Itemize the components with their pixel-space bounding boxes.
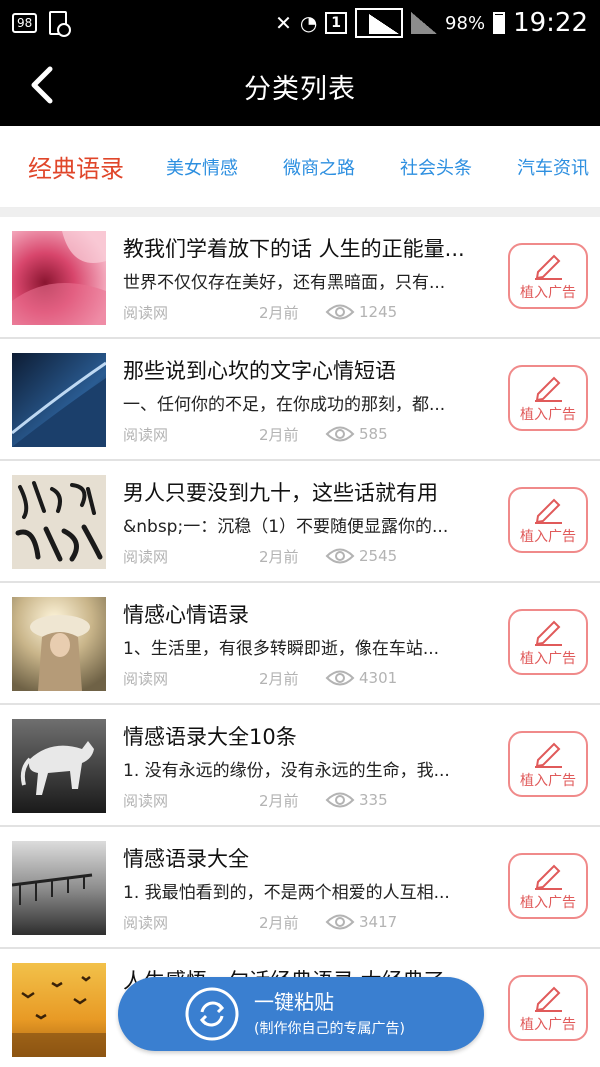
article-views: 2545 xyxy=(359,547,398,565)
insert-ad-button[interactable]: 植入广告 xyxy=(508,487,588,553)
article-time: 2月前 xyxy=(259,669,299,688)
article-views: 585 xyxy=(359,425,388,443)
article-item[interactable]: 教我们学着放下的话 人生的正能量... 世界不仅仅存在美好，还有黑暗面，只有..… xyxy=(0,217,600,339)
signal-2-icon xyxy=(411,12,438,34)
signal-icon xyxy=(355,8,404,38)
insert-ad-label: 植入广告 xyxy=(520,285,576,301)
article-time: 2月前 xyxy=(259,547,299,566)
article-thumbnail xyxy=(12,963,106,1057)
pencil-icon xyxy=(535,498,562,524)
sim-label: 1 xyxy=(325,12,348,34)
category-tabs: 经典语录 美女情感 微商之路 社会头条 汽车资讯 xyxy=(0,126,600,208)
article-source: 阅读网 xyxy=(123,547,169,566)
eye-icon xyxy=(325,914,355,930)
article-time: 2月前 xyxy=(259,303,299,322)
article-time: 2月前 xyxy=(259,791,299,810)
insert-ad-label: 植入广告 xyxy=(520,1017,576,1033)
article-desc: 一、任何你的不足，在你成功的那刻，都... xyxy=(123,395,446,415)
article-title: 那些说到心坎的文字心情短语 xyxy=(123,359,396,383)
eye-icon xyxy=(325,548,355,564)
insert-ad-button[interactable]: 植入广告 xyxy=(508,609,588,675)
article-views: 4301 xyxy=(359,669,398,687)
tab-auto-news[interactable]: 汽车资讯 xyxy=(517,154,589,180)
article-source: 阅读网 xyxy=(123,791,169,810)
insert-ad-button[interactable]: 植入广告 xyxy=(508,365,588,431)
sim-clock-icon xyxy=(49,11,72,37)
eye-icon xyxy=(325,304,355,320)
article-thumbnail xyxy=(12,841,106,935)
insert-ad-label: 植入广告 xyxy=(520,407,576,423)
page-title: 分类列表 xyxy=(244,73,356,105)
article-item[interactable]: 男人只要没到九十，这些话就有用 &nbsp;一：沉稳（1）不要随便显露你的...… xyxy=(0,461,600,583)
article-desc: &nbsp;一：沉稳（1）不要随便显露你的... xyxy=(123,517,449,537)
tab-society-headlines[interactable]: 社会头条 xyxy=(400,154,472,180)
article-views: 335 xyxy=(359,791,388,809)
refresh-icon xyxy=(185,987,239,1041)
clock: 19:22 xyxy=(513,8,588,38)
article-title: 情感语录大全10条 xyxy=(123,725,297,749)
article-thumbnail xyxy=(12,231,106,325)
tab-classic-quotes[interactable]: 经典语录 xyxy=(28,149,124,184)
notification-count: 98 xyxy=(12,13,38,33)
article-time: 2月前 xyxy=(259,425,299,444)
article-source: 阅读网 xyxy=(123,913,169,932)
eye-icon xyxy=(325,670,355,686)
app-screen: 98 ✕ ◔ 1 98% 19:22 分类列表 经典语录 美女情感 微商之路 社… xyxy=(0,0,600,1067)
eye-icon xyxy=(325,792,355,808)
article-time: 2月前 xyxy=(259,913,299,932)
tabs-divider xyxy=(0,208,600,217)
insert-ad-button[interactable]: 植入广告 xyxy=(508,731,588,797)
title-bar: 分类列表 xyxy=(0,46,600,126)
wifi-icon: ◔ xyxy=(299,11,318,35)
pencil-icon xyxy=(535,620,562,646)
status-bar: 98 ✕ ◔ 1 98% 19:22 xyxy=(0,0,600,46)
article-views: 3417 xyxy=(359,913,398,931)
back-button[interactable] xyxy=(22,62,62,108)
pencil-icon xyxy=(535,864,562,890)
article-item[interactable]: 那些说到心坎的文字心情短语 一、任何你的不足，在你成功的那刻，都... 阅读网 … xyxy=(0,339,600,461)
tab-wechat-business[interactable]: 微商之路 xyxy=(283,154,355,180)
article-thumbnail xyxy=(12,719,106,813)
article-desc: 1、生活里，有很多转瞬即逝，像在车站... xyxy=(123,639,440,659)
article-title: 情感语录大全 xyxy=(123,847,249,871)
article-desc: 1. 没有永远的缘份，没有永远的生命，我... xyxy=(123,761,450,781)
pencil-icon xyxy=(535,986,562,1012)
insert-ad-label: 植入广告 xyxy=(520,773,576,789)
article-title: 男人只要没到九十，这些话就有用 xyxy=(123,481,438,505)
one-click-paste-button[interactable]: 一键粘贴 (制作你自己的专属广告) xyxy=(118,977,484,1051)
article-source: 阅读网 xyxy=(123,303,169,322)
article-desc: 1. 我最怕看到的，不是两个相爱的人互相... xyxy=(123,883,450,903)
article-desc: 世界不仅仅存在美好，还有黑暗面，只有... xyxy=(123,273,446,293)
article-source: 阅读网 xyxy=(123,425,169,444)
article-list: 教我们学着放下的话 人生的正能量... 世界不仅仅存在美好，还有黑暗面，只有..… xyxy=(0,217,600,1067)
insert-ad-label: 植入广告 xyxy=(520,895,576,911)
article-views: 1245 xyxy=(359,303,398,321)
article-thumbnail xyxy=(12,475,106,569)
article-thumbnail xyxy=(12,597,106,691)
insert-ad-label: 植入广告 xyxy=(520,529,576,545)
mute-icon: ✕ xyxy=(275,11,292,35)
insert-ad-button[interactable]: 植入广告 xyxy=(508,975,588,1041)
tab-beauty-emotion[interactable]: 美女情感 xyxy=(166,154,238,180)
insert-ad-label: 植入广告 xyxy=(520,651,576,667)
article-thumbnail xyxy=(12,353,106,447)
article-item[interactable]: 情感语录大全 1. 我最怕看到的，不是两个相爱的人互相... 阅读网 2月前 3… xyxy=(0,827,600,949)
article-title: 情感心情语录 xyxy=(123,603,249,627)
pencil-icon xyxy=(535,742,562,768)
article-title: 教我们学着放下的话 人生的正能量... xyxy=(123,237,465,261)
insert-ad-button[interactable]: 植入广告 xyxy=(508,243,588,309)
back-arrow-icon xyxy=(31,66,53,104)
article-item[interactable]: 情感语录大全10条 1. 没有永远的缘份，没有永远的生命，我... 阅读网 2月… xyxy=(0,705,600,827)
paste-button-label: 一键粘贴 xyxy=(254,990,334,1014)
article-source: 阅读网 xyxy=(123,669,169,688)
insert-ad-button[interactable]: 植入广告 xyxy=(508,853,588,919)
battery-percent: 98% xyxy=(445,12,486,34)
paste-button-sublabel: (制作你自己的专属广告) xyxy=(254,1021,405,1037)
pencil-icon xyxy=(535,254,562,280)
article-item[interactable]: 情感心情语录 1、生活里，有很多转瞬即逝，像在车站... 阅读网 2月前 430… xyxy=(0,583,600,705)
battery-icon xyxy=(493,12,506,34)
pencil-icon xyxy=(535,376,562,402)
eye-icon xyxy=(325,426,355,442)
